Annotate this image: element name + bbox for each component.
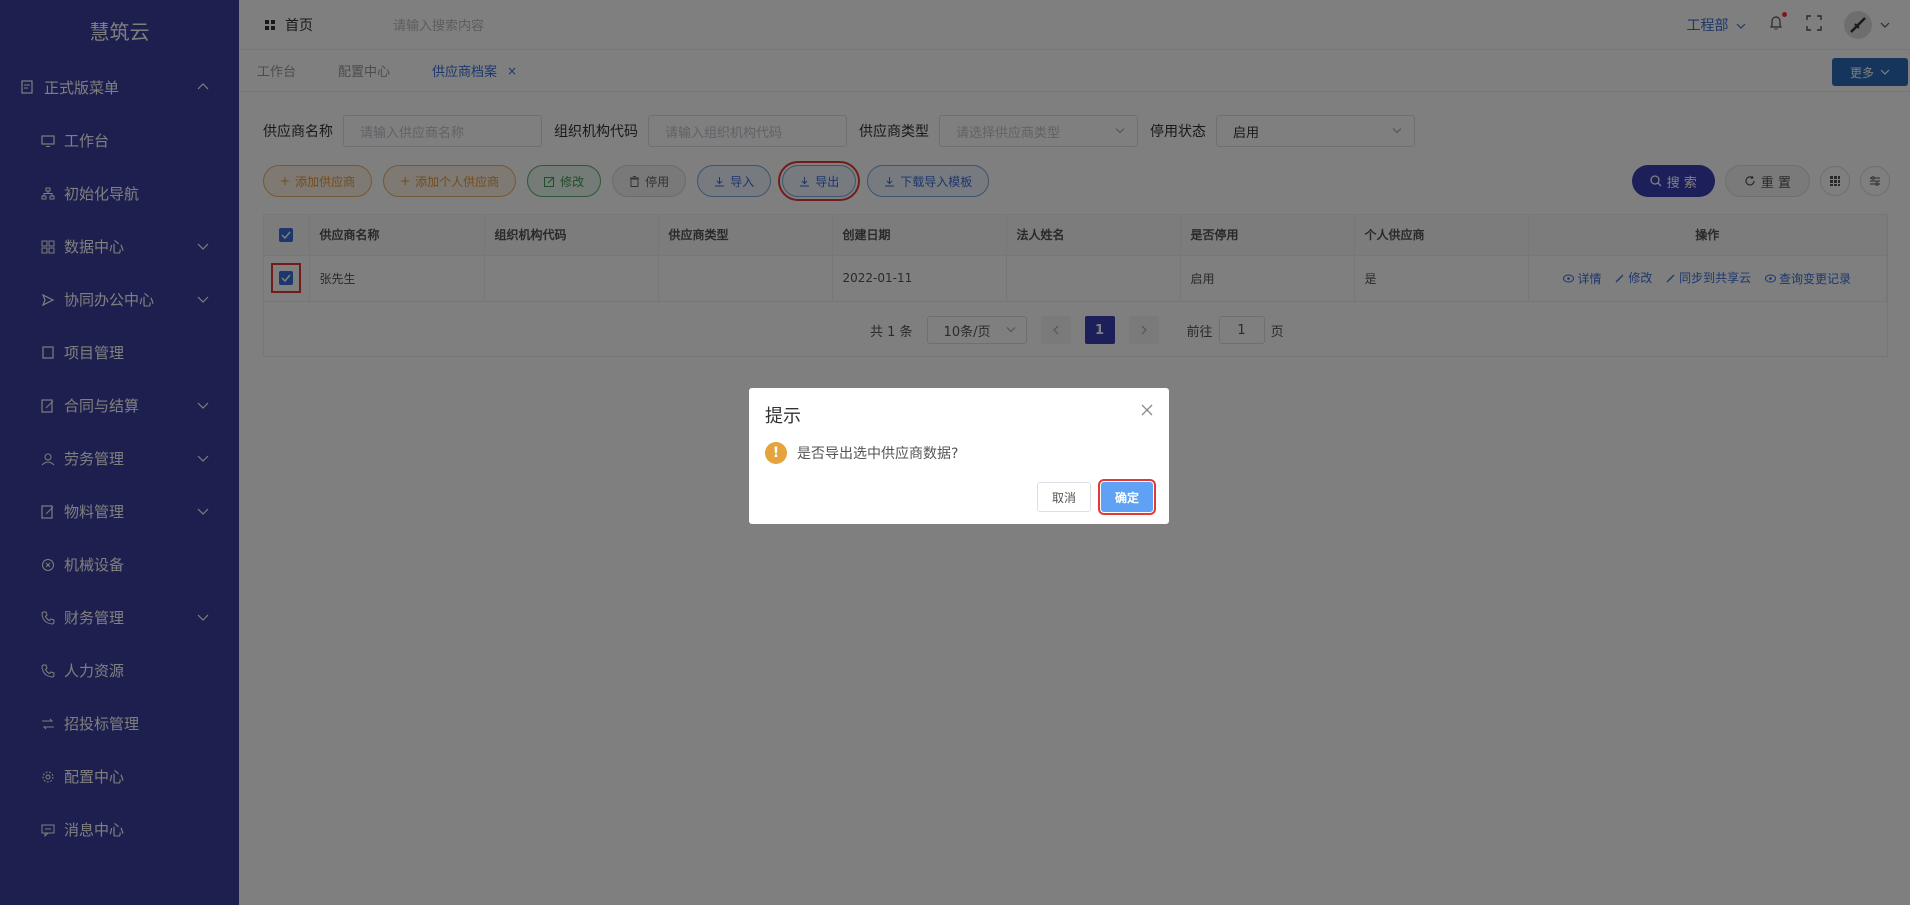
dialog-message-text: 是否导出选中供应商数据? — [797, 446, 959, 462]
warning-icon: ! — [765, 442, 787, 464]
dialog-message: ! 是否导出选中供应商数据? — [765, 442, 958, 464]
confirm-button[interactable]: 确定 — [1097, 479, 1157, 515]
cancel-button[interactable]: 取消 — [1036, 482, 1091, 512]
close-icon[interactable] — [1141, 404, 1153, 420]
dialog-buttons: 取消 确定 — [1036, 479, 1157, 515]
confirm-dialog: 提示 ! 是否导出选中供应商数据? 取消 确定 — [749, 388, 1169, 524]
dialog-title: 提示 — [765, 406, 801, 427]
